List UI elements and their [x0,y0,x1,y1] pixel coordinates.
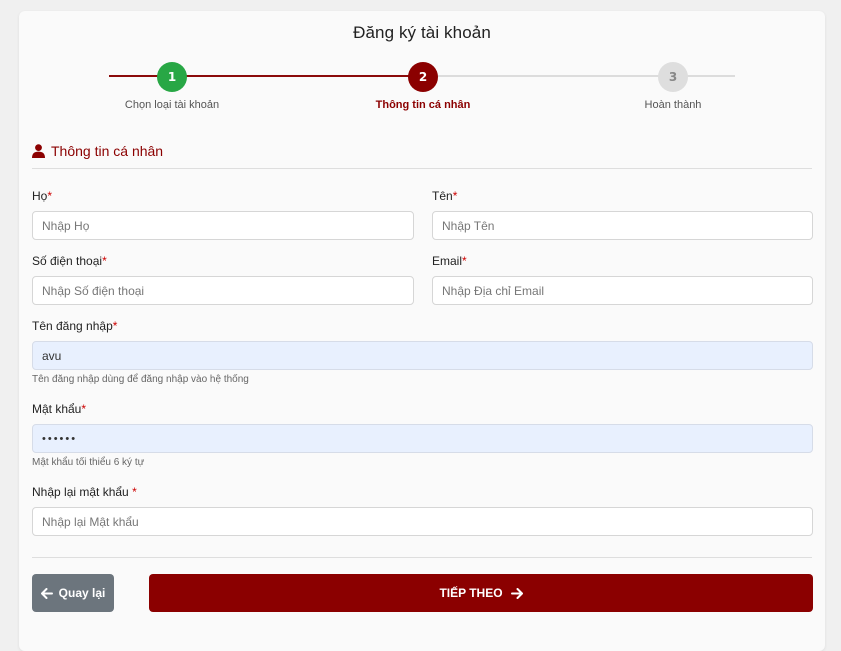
arrow-right-icon [510,587,523,599]
email-label: Email* [432,254,467,268]
username-label-text: Tên đăng nhập [32,319,113,333]
step-2-circle: 2 [408,62,438,92]
registration-card: Đăng ký tài khoản 1 2 3 Chọn loại tài kh… [19,11,825,651]
last-name-label-text: Họ [32,189,48,203]
required-mark: * [112,319,118,333]
password-hint: Mật khẩu tối thiểu 6 ký tự [32,457,145,468]
stepper-line-pending [423,75,735,77]
last-name-label: Họ* [32,189,52,203]
back-button-label: Quay lại [58,586,106,600]
confirm-password-input[interactable] [32,507,813,536]
step-3-label: Hoàn thành [644,99,702,111]
first-name-label-text: Tên [432,189,453,203]
email-label-text: Email [432,254,463,268]
required-mark: * [47,189,53,203]
phone-input[interactable] [32,276,414,305]
required-mark: * [102,254,107,268]
first-name-input[interactable] [432,211,813,240]
confirm-password-label-text: Nhập lại mật khẩu [32,485,129,499]
required-mark: * [81,402,87,416]
password-input[interactable]: •••••• [32,424,813,453]
user-icon [32,144,45,158]
section-title: Thông tin cá nhân [51,143,164,159]
phone-label: Số điện thoại* [32,254,107,268]
confirm-password-label: Nhập lại mật khẩu * [32,485,137,499]
required-mark: * [128,485,137,499]
section-divider [32,168,812,169]
next-button[interactable]: TIẾP THEO [149,574,813,612]
email-input[interactable] [432,276,813,305]
next-button-label: TIẾP THEO [439,586,503,600]
password-label-text: Mật khẩu [32,402,82,416]
password-label: Mật khẩu* [32,402,86,416]
username-input[interactable] [32,341,813,370]
section-heading: Thông tin cá nhân [32,143,163,159]
step-1-label: Chọn loại tài khoản [124,99,220,111]
phone-label-text: Số điện thoại [32,254,103,268]
required-mark: * [462,254,467,268]
step-3-circle: 3 [658,62,688,92]
back-button[interactable]: Quay lại [32,574,114,612]
last-name-input[interactable] [32,211,414,240]
first-name-label: Tên* [432,189,457,203]
step-2-label: Thông tin cá nhân [375,99,471,111]
step-1-circle: 1 [157,62,187,92]
arrow-left-icon [40,587,53,599]
username-hint: Tên đăng nhập dùng để đăng nhập vào hệ t… [32,374,249,385]
page-title: Đăng ký tài khoản [353,23,491,42]
actions-divider [32,557,812,558]
username-label: Tên đăng nhập* [32,319,117,333]
required-mark: * [452,189,458,203]
